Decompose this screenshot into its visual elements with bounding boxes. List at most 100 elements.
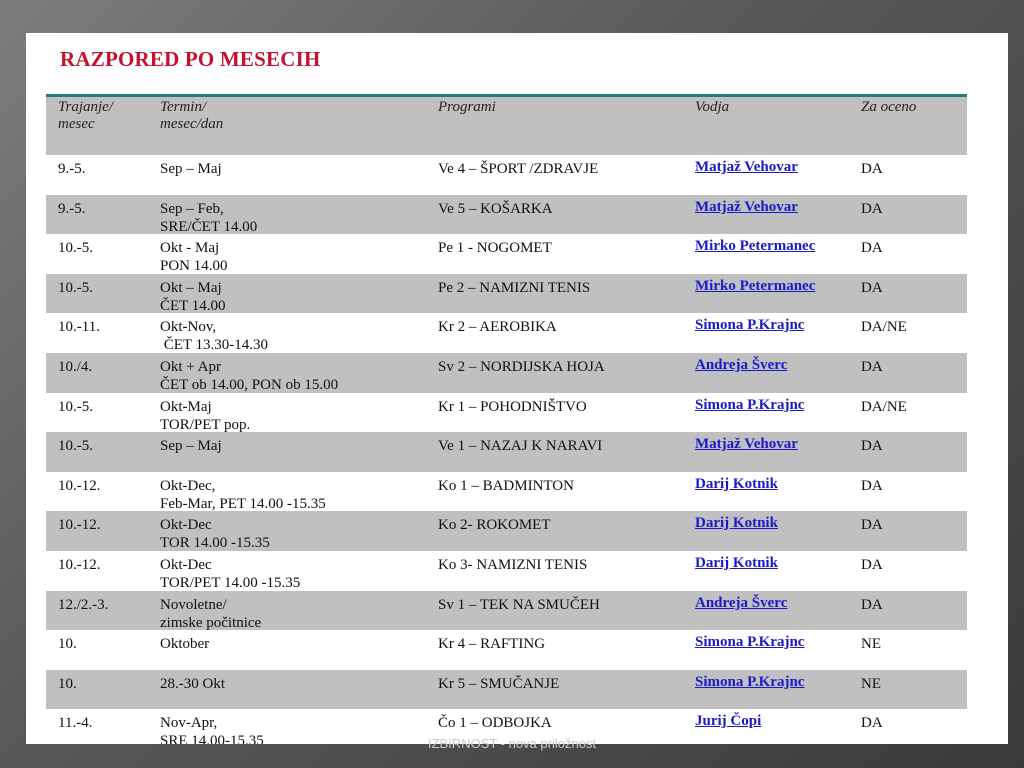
cell-grade: DA — [861, 517, 883, 534]
table-header: Trajanje/mesec Termin/mesec/dan Programi… — [46, 97, 967, 137]
header-programs: Programi — [438, 99, 496, 115]
header-term: Termin/mesec/dan — [160, 99, 224, 132]
cell-term: Okt-Maj TOR/PET pop. — [160, 398, 251, 433]
cell-term: Okt-Dec, Feb-Mar, PET 14.00 -15.35 — [160, 477, 326, 512]
leader-link[interactable]: Andreja Šverc — [695, 356, 787, 374]
cell-program: Ko 1 – BADMINTON — [438, 477, 574, 494]
table-row: 9.-5. Sep – Maj Ve 4 – ŠPORT /ZDRAVJE Matja… — [46, 155, 967, 195]
cell-grade: DA/NE — [861, 398, 907, 415]
cell-duration: 10.-5. — [58, 438, 93, 455]
leader-link[interactable]: Mirko Petermanec — [695, 277, 815, 295]
cell-term: Okt-Dec TOR 14.00 -15.35 — [160, 517, 270, 552]
cell-duration: 10.-12. — [58, 477, 101, 494]
header-grade: Za oceno — [861, 99, 917, 115]
cell-grade: NE — [861, 675, 881, 692]
table-row: 12./2.-3. Novoletne/ zimske počitnice Sv 1… — [46, 590, 967, 631]
cell-grade: DA — [861, 556, 883, 573]
table-row: 10.-5. Sep – Maj Ve 1 – NAZAJ K NARAVI Matj… — [46, 432, 967, 472]
cell-duration: 10. — [58, 675, 77, 692]
cell-program: Sv 1 – TEK NA SMUČEH — [438, 596, 600, 613]
cell-grade: DA — [861, 200, 883, 217]
leader-link[interactable]: Simona P.Krajnc — [695, 316, 804, 334]
table-row: 10.-11. Okt-Nov, ČET 13.30-14.30 Kr 2 – AE… — [46, 313, 967, 353]
leader-link[interactable]: Andreja Šverc — [695, 594, 787, 612]
leader-link[interactable]: Simona P.Krajnc — [695, 673, 804, 691]
cell-program: Kr 2 – AEROBIKA — [438, 319, 557, 336]
cell-grade: DA — [861, 477, 883, 494]
table-row: 10.-5. Okt - Maj PON 14.00 Pe 1 - NOGOMET M… — [46, 234, 967, 274]
cell-grade: DA/NE — [861, 319, 907, 336]
cell-duration: 10.-5. — [58, 279, 93, 296]
leader-link[interactable]: Mirko Petermanec — [695, 237, 815, 255]
cell-duration: 10.-12. — [58, 556, 101, 573]
cell-grade: DA — [861, 715, 883, 732]
cell-term: Okt - Maj PON 14.00 — [160, 240, 228, 275]
cell-program: Kr 1 – POHODNIŠTVO — [438, 398, 587, 415]
leader-link[interactable]: Matjaž Vehovar — [695, 198, 798, 216]
table-row: 9.-5. Sep – Feb, SRE/ČET 14.00 Ve 5 – KOŠA… — [46, 194, 967, 235]
cell-term: Sep – Feb, SRE/ČET 14.00 — [160, 200, 258, 235]
cell-grade: DA — [861, 596, 883, 613]
leader-link[interactable]: Darij Kotnik — [695, 475, 778, 493]
cell-program: Pe 2 – NAMIZNI TENIS — [438, 279, 591, 296]
table-row: 10.-12. Okt-Dec, Feb-Mar, PET 14.00 -15.3… — [46, 471, 967, 512]
cell-term: Okt-Dec TOR/PET 14.00 -15.35 — [160, 556, 301, 591]
table-row: 10./4. Okt + Apr ČET ob 14.00, PON ob 15.… — [46, 352, 967, 393]
cell-program: Kr 4 – RAFTING — [438, 636, 546, 653]
cell-program: Ve 5 – KOŠARKA — [438, 200, 553, 217]
leader-link[interactable]: Darij Kotnik — [695, 514, 778, 532]
cell-grade: DA — [861, 358, 883, 375]
cell-term: Novoletne/ zimske počitnice — [160, 596, 262, 631]
page-title: RAZPORED PO MESECIH — [60, 47, 321, 71]
cell-duration: 10.-12. — [58, 517, 101, 534]
leader-link[interactable]: Darij Kotnik — [695, 554, 778, 572]
cell-term: Okt – Maj ČET 14.00 — [160, 279, 226, 314]
cell-program: Sv 2 – NORDIJSKA HOJA — [438, 358, 605, 375]
cell-term: Okt-Nov, ČET 13.30-14.30 — [160, 319, 269, 354]
cell-program: Ko 3- NAMIZNI TENIS — [438, 556, 588, 573]
cell-grade: DA — [861, 279, 883, 296]
cell-term: Oktober — [160, 636, 210, 653]
table-row: 10.-5. Okt – Maj ČET 14.00 Pe 2 – NAMIZNI … — [46, 273, 967, 314]
table-row: 10.-5. Okt-Maj TOR/PET pop. Kr 1 – POHODNI… — [46, 392, 967, 433]
leader-link[interactable]: Jurij Čopi — [695, 712, 761, 730]
cell-duration: 10.-11. — [58, 319, 100, 336]
cell-duration: 9.-5. — [58, 161, 86, 177]
cell-program: Ve 1 – NAZAJ K NARAVI — [438, 438, 603, 455]
cell-term: 28.-30 Okt — [160, 675, 225, 692]
cell-duration: 9.-5. — [58, 200, 86, 217]
schedule-table: Trajanje/mesec Termin/mesec/dan Programi… — [46, 94, 967, 744]
header-spacer — [46, 137, 967, 155]
table-row: 10.-12. Okt-Dec TOR/PET 14.00 -15.35 Ko 3-… — [46, 550, 967, 591]
cell-program: Ko 2- ROKOMET — [438, 517, 551, 534]
table-body: 9.-5. Sep – Maj Ve 4 – ŠPORT /ZDRAVJE Matja… — [46, 155, 967, 744]
header-duration: Trajanje/mesec — [58, 99, 114, 132]
table-row: 10.-12. Okt-Dec TOR 14.00 -15.35 Ko 2- ROK… — [46, 511, 967, 551]
cell-grade: DA — [861, 438, 883, 455]
cell-program: Čo 1 – ODBOJKA — [438, 715, 552, 732]
cell-duration: 11.-4. — [58, 715, 93, 732]
cell-grade: NE — [861, 636, 881, 653]
cell-grade: DA — [861, 240, 883, 257]
footer-text: IZBIRNOST - nova priložnost — [427, 736, 597, 751]
cell-program: Kr 5 – SMUČANJE — [438, 675, 560, 692]
cell-duration: 10.-5. — [58, 240, 93, 257]
cell-duration: 10. — [58, 636, 77, 653]
cell-program: Ve 4 – ŠPORT /ZDRAVJE — [438, 161, 599, 177]
leader-link[interactable]: Simona P.Krajnc — [695, 633, 804, 651]
cell-duration: 12./2.-3. — [58, 596, 109, 613]
slide-page: RAZPORED PO MESECIH Trajanje/mesec Termi… — [26, 33, 1008, 744]
leader-link[interactable]: Matjaž Vehovar — [695, 158, 798, 176]
table-row: 10. 28.-30 Okt Kr 5 – SMUČANJE Simona P.Kra… — [46, 669, 967, 710]
cell-term: Sep – Maj — [160, 438, 222, 455]
cell-grade: DA — [861, 161, 883, 177]
header-leader: Vodja — [695, 99, 730, 115]
cell-term: Sep – Maj — [160, 161, 222, 177]
cell-program: Pe 1 - NOGOMET — [438, 240, 552, 257]
leader-link[interactable]: Simona P.Krajnc — [695, 396, 804, 414]
table-row: 10. Oktober Kr 4 – RAFTING Simona P.Krajnc N… — [46, 630, 967, 670]
cell-duration: 10./4. — [58, 358, 93, 375]
cell-duration: 10.-5. — [58, 398, 93, 415]
cell-term: Okt + Apr ČET ob 14.00, PON ob 15.00 — [160, 358, 339, 393]
leader-link[interactable]: Matjaž Vehovar — [695, 435, 798, 453]
